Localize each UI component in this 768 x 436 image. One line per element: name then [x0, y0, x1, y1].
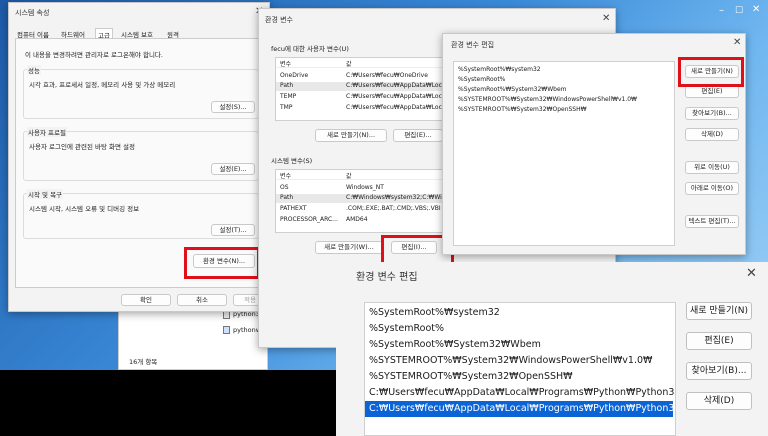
var-name: Path [280, 82, 294, 89]
table-row[interactable]: Path C:₩Windows₩system32;C:₩Wi [276, 194, 448, 203]
var-name: Path [280, 194, 294, 201]
table-header: 변수 값 [276, 59, 448, 68]
list-item[interactable]: %SystemRoot%₩System32₩Wbem [365, 337, 675, 353]
edit-button[interactable]: 편집(E) [686, 332, 752, 350]
var-value: C:₩Users₩fecu₩OneDrive [346, 72, 428, 79]
file-item[interactable]: pythonw [233, 326, 261, 334]
file-icon [223, 326, 230, 334]
list-item[interactable]: %SystemRoot% [458, 76, 505, 85]
list-item[interactable]: %SYSTEMROOT%₩System32₩OpenSSH₩ [365, 369, 675, 385]
table-row[interactable]: TMP C:₩Users₩fecu₩AppData₩Local [276, 104, 448, 113]
table-row[interactable]: OneDrive C:₩Users₩fecu₩OneDrive [276, 72, 448, 81]
var-name: PROCESSOR_ARC... [280, 216, 338, 223]
window-title: 환경 변수 편집 [356, 272, 418, 283]
window-title: 환경 변수 편집 [451, 41, 495, 49]
item-count: 16개 항목 [129, 358, 158, 366]
text-edit-button[interactable]: 텍스트 편집(T)... [685, 215, 739, 228]
ok-button[interactable]: 확인 [121, 294, 171, 306]
var-name: TMP [280, 104, 293, 111]
edit-env-var-window-large: 환경 변수 편집 ✕ %SystemRoot%₩system32 %System… [336, 262, 768, 436]
highlight-new-button [678, 57, 744, 87]
cancel-button[interactable]: 취소 [177, 294, 227, 306]
window-title: 환경 변수 [265, 16, 293, 24]
performance-settings-button[interactable]: 설정(S)... [211, 101, 255, 113]
column-header-value[interactable]: 값 [346, 171, 352, 180]
var-name: PATHEXT [280, 205, 307, 212]
table-row[interactable]: TEMP C:₩Users₩fecu₩AppData₩Local [276, 93, 448, 102]
list-item[interactable]: %SYSTEMROOT%₩System32₩OpenSSH₩ [458, 106, 587, 115]
user-profile-title: 사용자 프로필 [27, 127, 67, 137]
highlight-env-button [184, 247, 260, 279]
file-icon [223, 311, 230, 319]
var-value: Windows_NT [346, 184, 384, 191]
var-value: AMD64 [346, 216, 368, 223]
list-item[interactable]: %SystemRoot%₩system32 [365, 305, 675, 321]
table-row[interactable]: PROCESSOR_ARC... AMD64 [276, 216, 448, 225]
path-list: %SystemRoot%₩system32 %SystemRoot% %Syst… [364, 302, 676, 436]
list-item[interactable]: %SystemRoot%₩system32 [458, 66, 541, 75]
startup-settings-button[interactable]: 설정(T)... [211, 224, 255, 236]
var-value: C:₩Users₩fecu₩AppData₩Local [346, 93, 448, 100]
close-icon[interactable]: ✕ [746, 266, 757, 281]
list-item[interactable]: C:₩Users₩fecu₩AppData₩Local₩Programs₩Pyt… [365, 385, 675, 401]
browse-button[interactable]: 찾아보기(B)... [685, 107, 739, 120]
startup-recovery-title: 시작 및 복구 [27, 189, 64, 199]
column-header-value[interactable]: 값 [346, 59, 352, 68]
var-value: .COM;.EXE;.BAT;.CMD;.VBS;.VBI [346, 205, 441, 212]
system-vars-label: 시스템 변수(S) [271, 157, 313, 165]
performance-desc: 시각 효과, 프로세서 일정, 메모리 사용 및 가상 메모리 [29, 81, 176, 89]
window-max-glyph[interactable]: ☐ [735, 6, 747, 16]
var-name: OneDrive [280, 72, 309, 79]
table-row[interactable]: OS Windows_NT [276, 184, 448, 193]
var-value: C:₩Users₩fecu₩AppData₩Local [346, 82, 448, 89]
list-item-selected[interactable]: C:₩Users₩fecu₩AppData₩Local₩Programs₩Pyt… [365, 401, 673, 417]
var-value: C:₩Users₩fecu₩AppData₩Local [346, 104, 448, 111]
close-icon[interactable]: ✕ [733, 37, 741, 48]
move-up-button[interactable]: 위로 이동(U) [685, 161, 739, 174]
var-name: TEMP [280, 93, 297, 100]
user-vars-table: 변수 값 OneDrive C:₩Users₩fecu₩OneDrive Pat… [275, 57, 449, 121]
var-name: OS [280, 184, 289, 191]
user-new-button[interactable]: 새로 만들기(N)... [315, 129, 387, 142]
move-down-button[interactable]: 아래로 이동(O) [685, 182, 739, 195]
delete-button[interactable]: 삭제(D) [685, 128, 739, 141]
close-icon[interactable]: ✕ [602, 13, 610, 24]
performance-title: 성능 [27, 65, 41, 75]
user-edit-button[interactable]: 편집(E)... [393, 129, 443, 142]
admin-note: 이 내용을 변경하려면 관리자로 로그온해야 합니다. [25, 51, 163, 59]
list-item[interactable]: %SystemRoot% [365, 321, 675, 337]
column-header-variable[interactable]: 변수 [280, 59, 291, 68]
startup-recovery-desc: 시스템 시작, 시스템 오류 및 디버깅 정보 [29, 205, 140, 213]
user-profile-desc: 사용자 로그인에 관련된 바탕 화면 설정 [29, 143, 136, 151]
window-close-glyph[interactable]: ✕ [752, 5, 764, 15]
user-vars-label: fecu에 대한 사용자 변수(U) [271, 45, 349, 53]
var-value: C:₩Windows₩system32;C:₩Wi [346, 194, 442, 201]
table-row[interactable]: PATHEXT .COM;.EXE;.BAT;.CMD;.VBS;.VBI [276, 205, 448, 214]
list-item[interactable]: %SYSTEMROOT%₩System32₩WindowsPowerShell₩… [365, 353, 675, 369]
window-title: 시스템 속성 [15, 9, 50, 17]
new-button[interactable]: 새로 만들기(N) [686, 302, 752, 320]
column-header-variable[interactable]: 변수 [280, 171, 291, 180]
table-row[interactable]: Path C:₩Users₩fecu₩AppData₩Local [276, 82, 448, 91]
delete-button[interactable]: 삭제(D) [686, 392, 752, 410]
browse-button[interactable]: 찾아보기(B)... [686, 362, 752, 380]
system-new-button[interactable]: 새로 만들기(W)... [315, 241, 383, 254]
path-list: %SystemRoot%₩system32 %SystemRoot% %Syst… [453, 61, 675, 246]
list-item[interactable]: %SystemRoot%₩System32₩Wbem [458, 86, 567, 95]
user-profile-settings-button[interactable]: 설정(E)... [211, 163, 255, 175]
system-vars-table: 변수 값 OS Windows_NT Path C:₩Windows₩syste… [275, 169, 449, 233]
list-item[interactable]: %SYSTEMROOT%₩System32₩WindowsPowerShell₩… [458, 96, 637, 105]
table-header: 변수 값 [276, 171, 448, 180]
window-min-glyph[interactable]: – [719, 6, 731, 16]
